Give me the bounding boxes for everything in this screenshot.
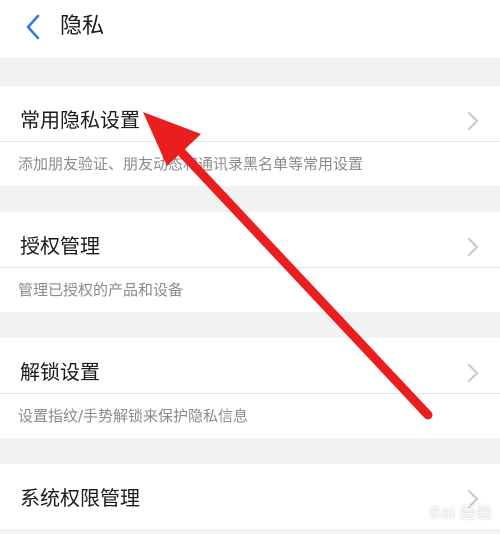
item-label: 授权管理 (20, 234, 100, 258)
chevron-right-icon (468, 238, 478, 256)
section-common-privacy: 常用隐私设置 添加朋友验证、朋友动态和通讯录黑名单等常用设置 (0, 86, 500, 186)
unlock-settings-item[interactable]: 解锁设置 (0, 338, 500, 408)
common-privacy-settings-item[interactable]: 常用隐私设置 (0, 86, 500, 156)
item-description: 添加朋友验证、朋友动态和通讯录黑名单等常用设置 (18, 155, 364, 173)
divider (0, 393, 500, 394)
item-description: 设置指纹/手势解锁来保护隐私信息 (18, 407, 249, 425)
chevron-left-icon (26, 14, 40, 40)
system-permission-management-item[interactable]: 系统权限管理 (0, 464, 500, 534)
authorization-management-item[interactable]: 授权管理 (0, 212, 500, 282)
divider (0, 267, 500, 268)
section-authorization: 授权管理 管理已授权的产品和设备 (0, 212, 500, 312)
chevron-right-icon (468, 112, 478, 130)
item-label: 解锁设置 (20, 360, 100, 384)
section-unlock: 解锁设置 设置指纹/手势解锁来保护隐私信息 (0, 338, 500, 438)
item-description: 管理已授权的产品和设备 (18, 281, 184, 299)
section-system-permissions: 系统权限管理 (0, 464, 500, 529)
chevron-right-icon (468, 364, 478, 382)
divider (0, 141, 500, 142)
item-label: 系统权限管理 (20, 486, 140, 510)
page-title: 隐私 (60, 14, 105, 39)
top-bar: 隐私 (0, 0, 500, 58)
back-button[interactable] (18, 12, 48, 42)
item-label: 常用隐私设置 (20, 108, 140, 132)
watermark: Bai 经验 (429, 503, 492, 522)
